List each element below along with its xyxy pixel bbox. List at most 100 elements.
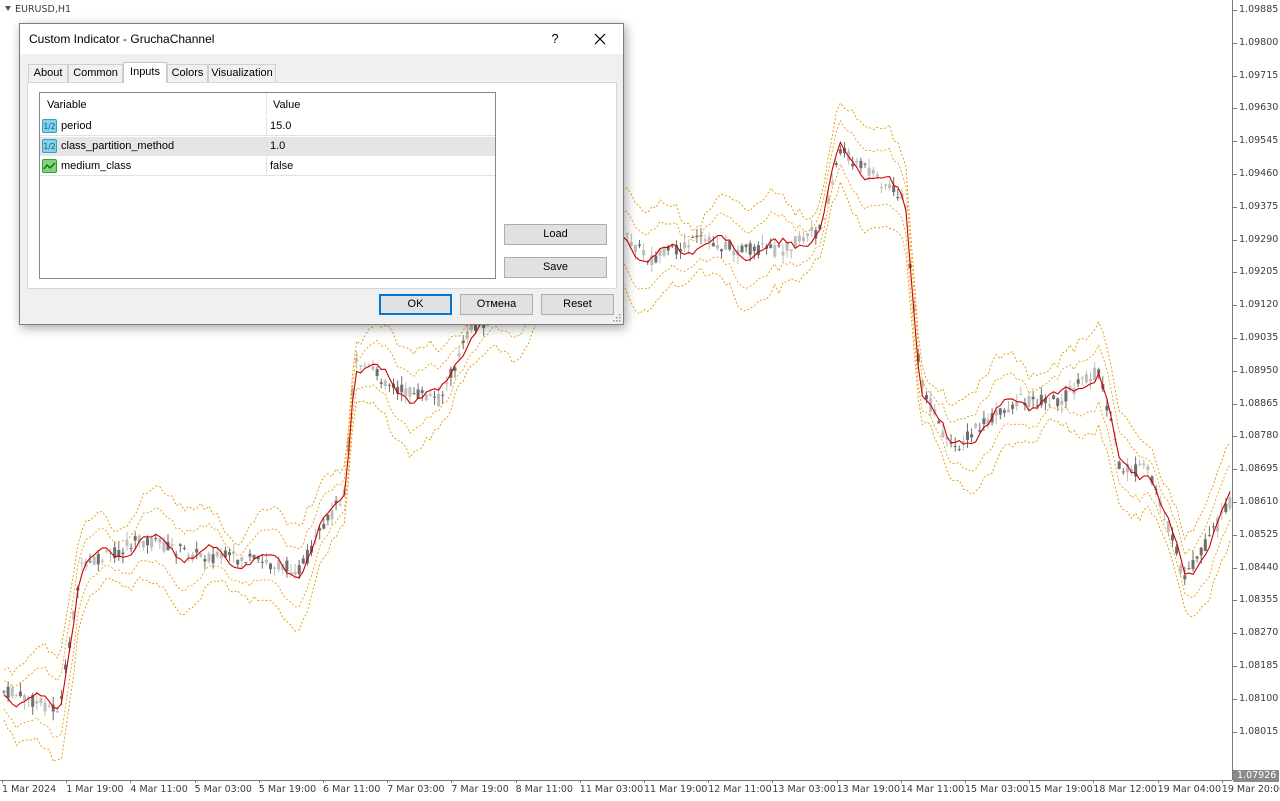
close-icon bbox=[594, 33, 606, 45]
candle bbox=[888, 180, 892, 191]
close-button[interactable] bbox=[585, 28, 615, 50]
row-divider bbox=[266, 117, 267, 136]
candle bbox=[707, 232, 711, 250]
inputs-tab-panel: Variable Value 1/2 period 15.0 1/2 class… bbox=[27, 82, 617, 289]
candle bbox=[1195, 556, 1199, 563]
dialog-title: Custom Indicator - GruchaChannel bbox=[29, 32, 215, 46]
column-header-variable[interactable]: Variable bbox=[47, 93, 87, 115]
price-tick-label: 1.08015 bbox=[1232, 725, 1279, 737]
row-divider bbox=[266, 137, 267, 156]
candle bbox=[1089, 371, 1092, 390]
candle bbox=[756, 241, 760, 259]
candle bbox=[121, 547, 125, 564]
tab-visualization[interactable]: Visualization bbox=[208, 64, 276, 82]
time-axis: 1 Mar 2024 1 Mar 19:00 4 Mar 11:00 5 Mar 03… bbox=[0, 780, 1280, 801]
candle bbox=[642, 242, 646, 262]
candle bbox=[269, 562, 272, 574]
candle bbox=[326, 514, 330, 526]
reset-button[interactable]: Reset bbox=[541, 294, 614, 315]
price-tick-label: 1.08525 bbox=[1232, 528, 1279, 540]
candle bbox=[785, 241, 789, 258]
candle bbox=[957, 445, 961, 452]
candle bbox=[18, 682, 22, 698]
candle bbox=[1048, 397, 1051, 409]
tab-common[interactable]: Common bbox=[68, 64, 123, 82]
time-tick-label: 12 Mar 11:00 bbox=[708, 780, 772, 795]
candle bbox=[802, 230, 805, 244]
candle bbox=[383, 378, 387, 391]
candle bbox=[863, 162, 867, 168]
save-button[interactable]: Save bbox=[504, 257, 607, 278]
load-button[interactable]: Load bbox=[504, 224, 607, 245]
candle bbox=[158, 537, 162, 550]
price-tick-label: 1.08865 bbox=[1232, 397, 1279, 409]
candle bbox=[691, 235, 695, 238]
time-tick-label: 5 Mar 03:00 bbox=[194, 780, 252, 795]
input-value[interactable]: false bbox=[270, 160, 293, 172]
candle bbox=[1134, 456, 1138, 482]
time-tick-label: 14 Mar 11:00 bbox=[900, 780, 965, 795]
candle bbox=[129, 543, 133, 553]
time-tick-label: 6 Mar 11:00 bbox=[323, 780, 381, 795]
number-icon: 1/2 bbox=[42, 119, 57, 133]
candle bbox=[2, 690, 6, 695]
time-tick-label: 1 Mar 19:00 bbox=[66, 780, 124, 795]
price-tick-label: 1.09120 bbox=[1232, 299, 1279, 311]
tab-colors[interactable]: Colors bbox=[167, 64, 208, 82]
tab-about[interactable]: About bbox=[28, 64, 68, 82]
candle bbox=[146, 535, 149, 554]
candle bbox=[703, 234, 707, 243]
candle bbox=[219, 547, 223, 565]
help-button[interactable]: ? bbox=[540, 29, 570, 49]
candle bbox=[1125, 458, 1129, 482]
candle bbox=[834, 160, 838, 168]
candle bbox=[1060, 394, 1064, 414]
candle bbox=[96, 549, 100, 572]
input-value[interactable]: 15.0 bbox=[270, 120, 291, 132]
candle bbox=[182, 545, 186, 551]
column-header-value[interactable]: Value bbox=[273, 93, 300, 115]
price-tick-label: 1.09630 bbox=[1232, 102, 1279, 114]
candle bbox=[1117, 459, 1121, 470]
candle bbox=[260, 553, 264, 569]
price-tick-label: 1.09715 bbox=[1232, 69, 1279, 81]
candle bbox=[744, 243, 748, 253]
candle bbox=[761, 234, 764, 249]
candle bbox=[1064, 385, 1068, 409]
input-row-medium-class[interactable]: medium_class false bbox=[40, 157, 495, 176]
candle bbox=[773, 240, 777, 259]
candle bbox=[859, 157, 863, 173]
candle bbox=[166, 534, 170, 551]
input-row-class-partition-method[interactable]: 1/2 class_partition_method 1.0 bbox=[40, 137, 495, 156]
inputs-table: Variable Value 1/2 period 15.0 1/2 class… bbox=[39, 92, 496, 279]
candle bbox=[740, 243, 744, 254]
time-tick-label: 19 Mar 04:00 bbox=[1157, 780, 1222, 795]
candle bbox=[871, 167, 875, 179]
time-tick-label: 19 Mar 20:00 bbox=[1221, 780, 1280, 795]
candle bbox=[1207, 526, 1211, 537]
candle bbox=[1187, 561, 1191, 570]
candle bbox=[35, 694, 39, 710]
input-value[interactable]: 1.0 bbox=[270, 140, 285, 152]
dialog-titlebar[interactable]: Custom Indicator - GruchaChannel ? bbox=[20, 24, 623, 54]
candle bbox=[970, 428, 974, 443]
cancel-button[interactable]: Отмена bbox=[460, 294, 533, 315]
candle bbox=[39, 697, 43, 707]
ok-button[interactable]: OK bbox=[379, 294, 452, 315]
column-divider[interactable] bbox=[266, 93, 267, 115]
price-tick-label: 1.09205 bbox=[1232, 266, 1279, 278]
input-row-period[interactable]: 1/2 period 15.0 bbox=[40, 117, 495, 136]
candle bbox=[236, 559, 240, 568]
price-tick-label: 1.09545 bbox=[1232, 135, 1279, 147]
candle bbox=[674, 240, 678, 260]
candle bbox=[699, 228, 703, 245]
candle bbox=[789, 249, 793, 259]
tab-inputs[interactable]: Inputs bbox=[123, 62, 167, 83]
candle bbox=[875, 171, 879, 180]
candle bbox=[720, 248, 723, 259]
candle bbox=[1007, 401, 1010, 413]
resize-grip-icon[interactable] bbox=[613, 314, 621, 322]
candle bbox=[715, 237, 719, 251]
time-tick-label: 11 Mar 19:00 bbox=[644, 780, 708, 795]
candle bbox=[1191, 551, 1195, 572]
